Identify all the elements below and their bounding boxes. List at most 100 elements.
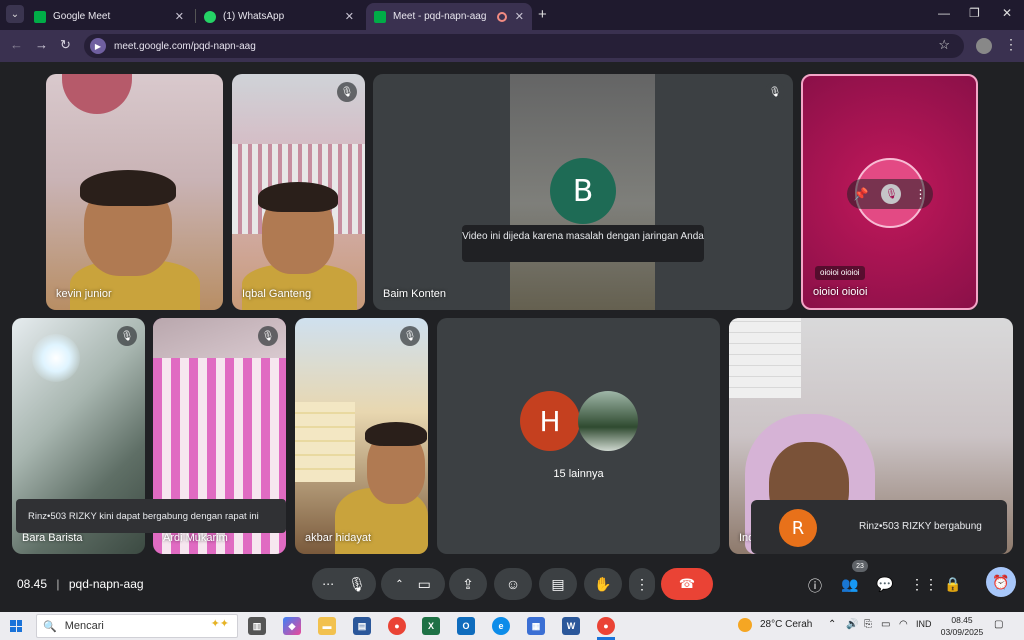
others-tile[interactable]: H 15 lainnya bbox=[437, 318, 720, 554]
end-call-icon: ☎ bbox=[678, 576, 696, 591]
mic-control[interactable]: ⋯ 🎙 bbox=[312, 568, 376, 600]
host-controls-icon[interactable]: 🔒 bbox=[944, 576, 961, 593]
whatsapp-icon bbox=[204, 10, 216, 23]
mic-icon[interactable]: 🎙 bbox=[348, 576, 366, 593]
chat-icon[interactable]: 💬 bbox=[876, 576, 893, 593]
people-icon[interactable]: 👥 bbox=[841, 576, 858, 593]
tab-title: Meet - pqd-napn-aag bbox=[393, 11, 487, 22]
notepad-icon[interactable]: ▤ bbox=[353, 617, 371, 635]
tab-search-button[interactable]: ⌄ bbox=[6, 5, 24, 23]
camera-control[interactable]: ⌃ ▭ bbox=[381, 568, 445, 600]
mic-off-icon: 🎙 bbox=[765, 82, 785, 102]
new-tab-button[interactable]: + bbox=[538, 6, 547, 23]
raise-hand-button[interactable]: ✋ bbox=[584, 568, 622, 600]
windows-start-icon[interactable] bbox=[10, 620, 22, 632]
present-screen-button[interactable]: ⇪ bbox=[449, 568, 487, 600]
more-vert-icon: ⋮ bbox=[635, 575, 649, 592]
joined-text: Rinz•503 RIZKY bergabung bbox=[859, 521, 982, 532]
browser-menu-icon[interactable]: ⋮ bbox=[1004, 36, 1018, 53]
tab-whatsapp[interactable]: (1) WhatsApp ✕ bbox=[196, 3, 362, 30]
back-icon[interactable]: ← bbox=[10, 37, 23, 52]
tab-google-meet[interactable]: Google Meet ✕ bbox=[26, 3, 192, 30]
close-window-icon[interactable]: ✕ bbox=[1002, 6, 1012, 20]
meet-icon bbox=[374, 10, 386, 23]
site-info-icon[interactable]: ▶ bbox=[90, 38, 106, 54]
word-icon[interactable]: W bbox=[562, 617, 580, 635]
profile-avatar[interactable] bbox=[976, 38, 992, 54]
participant-hair bbox=[80, 170, 176, 206]
search-highlight-icon: ✦✦ bbox=[210, 618, 229, 630]
participant-tile-baim[interactable]: B 🎙 Baim Konten bbox=[373, 74, 793, 310]
camera-icon[interactable]: ▭ bbox=[418, 576, 431, 593]
search-placeholder: Mencari bbox=[64, 620, 104, 632]
volume-icon[interactable]: 🔊 bbox=[846, 619, 858, 630]
outlook-icon[interactable]: O bbox=[457, 617, 475, 635]
joined-avatar: R bbox=[779, 509, 817, 547]
reload-icon[interactable]: ↻ bbox=[60, 37, 71, 53]
emoji-icon: ☺ bbox=[505, 576, 521, 592]
store-icon[interactable]: ▦ bbox=[527, 617, 545, 635]
reactions-button[interactable]: ☺ bbox=[494, 568, 532, 600]
more-options-icon[interactable]: ⋮ bbox=[914, 187, 926, 201]
participant-count-badge: 23 bbox=[852, 560, 868, 572]
participant-name: kevin junior bbox=[56, 288, 112, 300]
notification-center-icon[interactable]: ▢ bbox=[994, 619, 1003, 630]
language-indicator[interactable]: IND bbox=[916, 619, 932, 629]
taskbar-date: 03/09/2025 bbox=[940, 627, 984, 637]
mic-off-icon: 🎙 bbox=[117, 326, 137, 346]
forward-icon[interactable]: → bbox=[35, 37, 48, 52]
restore-icon[interactable]: ❐ bbox=[969, 6, 980, 20]
browser-toolbar: ← → ↻ ▶ meet.google.com/pqd-napn-aag ☆ bbox=[0, 30, 1024, 62]
meeting-info: 08.45 | pqd-napn-aag bbox=[17, 577, 144, 591]
wall-decoration bbox=[62, 74, 132, 114]
copilot-icon[interactable]: ◆ bbox=[283, 617, 301, 635]
participant-label-chip: oioioi oioioi bbox=[815, 266, 865, 280]
show-hidden-icons[interactable]: ⌃ bbox=[828, 619, 836, 630]
weather-text[interactable]: 28°C Cerah bbox=[760, 619, 812, 630]
bookmark-star-icon[interactable]: ☆ bbox=[938, 37, 950, 53]
leave-call-button[interactable]: ☎ bbox=[661, 568, 713, 600]
more-options-button[interactable]: ⋮ bbox=[629, 568, 655, 600]
file-explorer-icon[interactable]: ▬ bbox=[318, 617, 336, 635]
meeting-info-separator: | bbox=[56, 577, 60, 591]
battery-icon[interactable]: ▭ bbox=[881, 619, 890, 630]
url-text: meet.google.com/pqd-napn-aag bbox=[114, 40, 256, 52]
participant-tile-iqbal[interactable]: 🎙 Iqbal Ganteng bbox=[232, 74, 365, 310]
hand-icon: ✋ bbox=[594, 575, 612, 592]
taskbar-search[interactable]: 🔍 Mencari ✦✦ bbox=[36, 614, 238, 638]
chrome-active-icon[interactable]: ● bbox=[597, 617, 615, 635]
mic-icon[interactable]: 🎙 bbox=[881, 184, 902, 204]
tab-meet-active[interactable]: Meet - pqd-napn-aag ✕ bbox=[366, 3, 532, 30]
others-avatar-photo bbox=[578, 391, 638, 451]
recording-indicator-icon bbox=[496, 11, 507, 22]
participant-name: Bara Barista bbox=[22, 532, 83, 544]
task-view-icon[interactable]: ▥ bbox=[248, 617, 266, 635]
participant-name: Baim Konten bbox=[383, 288, 446, 300]
excel-icon[interactable]: X bbox=[422, 617, 440, 635]
meeting-stage: kevin junior 🎙 Iqbal Ganteng B 🎙 Baim Ko… bbox=[0, 62, 1024, 612]
captions-button[interactable]: ▤ bbox=[539, 568, 577, 600]
timer-icon[interactable]: ⏰ bbox=[986, 567, 1016, 597]
address-bar[interactable]: ▶ meet.google.com/pqd-napn-aag ☆ bbox=[84, 34, 964, 58]
participant-name: Ardi Mukarim bbox=[163, 532, 228, 544]
minimize-icon[interactable]: — bbox=[938, 6, 950, 20]
close-icon[interactable]: ✕ bbox=[345, 10, 354, 23]
taskbar-time: 08.45 bbox=[951, 615, 973, 625]
participant-tile-akbar[interactable]: 🎙 akbar hidayat bbox=[295, 318, 428, 554]
camera-options-icon[interactable]: ⌃ bbox=[395, 579, 403, 590]
meeting-details-icon[interactable]: ⓘ bbox=[808, 576, 822, 596]
mic-options-icon[interactable]: ⋯ bbox=[322, 577, 334, 591]
close-icon[interactable]: ✕ bbox=[515, 10, 524, 23]
pin-icon[interactable]: 📌 bbox=[854, 187, 869, 201]
mic-off-icon: 🎙 bbox=[400, 326, 420, 346]
edge-icon[interactable]: e bbox=[492, 617, 510, 635]
wifi-icon[interactable]: ◠ bbox=[899, 619, 908, 630]
participant-tile-kevin[interactable]: kevin junior bbox=[46, 74, 223, 310]
usb-icon[interactable]: ⎘ bbox=[864, 619, 872, 630]
close-icon[interactable]: ✕ bbox=[175, 10, 184, 23]
mic-off-icon: 🎙 bbox=[258, 326, 278, 346]
participant-hair bbox=[365, 422, 427, 446]
taskbar-clock[interactable]: 08.45 03/09/2025 bbox=[940, 614, 984, 638]
chrome-icon[interactable]: ● bbox=[388, 617, 406, 635]
activities-icon[interactable]: ⋮⋮ bbox=[910, 576, 938, 593]
